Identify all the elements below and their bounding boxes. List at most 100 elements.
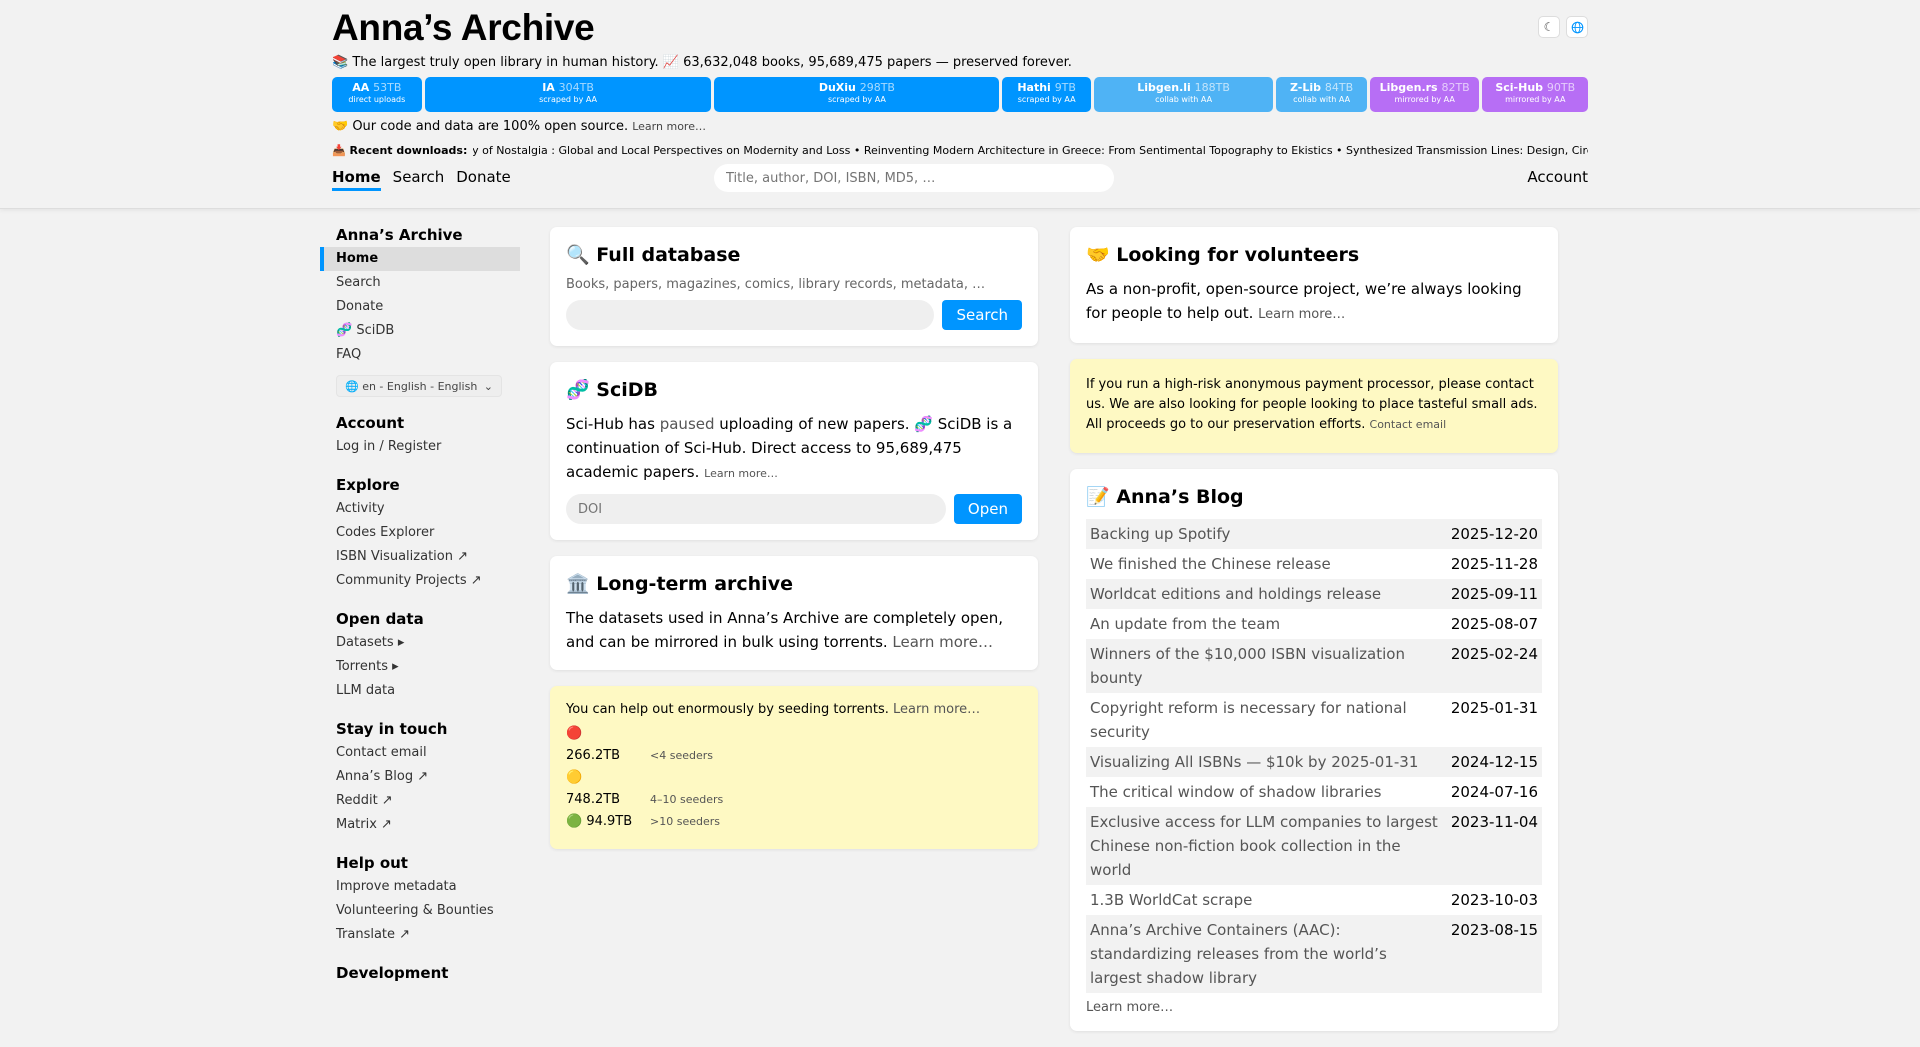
blog-post-link[interactable]: Copyright reform is necessary for nation… <box>1090 699 1407 741</box>
stat-name: Libgen.li <box>1137 81 1191 94</box>
sidebar-item[interactable]: Improve metadata <box>320 875 520 899</box>
blog-row: 1.3B WorldCat scrape 2023-10-03 <box>1086 885 1542 915</box>
blog-learn-more-link[interactable]: Learn more… <box>1086 1000 1173 1015</box>
sidebar-heading: Development <box>336 964 449 982</box>
sidebar-section: Development <box>320 963 520 983</box>
sidebar-item[interactable]: Activity <box>320 497 520 521</box>
stat-subtitle: scraped by AA <box>827 95 886 104</box>
open-source-learn-more-link[interactable]: Learn more… <box>632 120 706 133</box>
sidebar-section: Stay in touch Contact email Anna’s Blog ↗ R… <box>320 719 520 837</box>
sidebar-item[interactable]: ISBN Visualization ↗ <box>320 545 520 569</box>
full-database-desc: Books, papers, magazines, comics, librar… <box>566 277 986 292</box>
seeding-size: 🟢 94.9TB <box>566 814 633 829</box>
tab-donate[interactable]: Donate <box>456 164 511 191</box>
stat-aa[interactable]: AA 53TB direct uploads <box>332 77 422 112</box>
stat-z-lib[interactable]: Z-Lib 84TB collab with AA <box>1276 77 1367 112</box>
globe-icon[interactable] <box>1566 16 1588 38</box>
sidebar-item[interactable]: Codes Explorer <box>320 521 520 545</box>
recent-downloads-ticker[interactable]: ay of Nostalgia : Global and Local Persp… <box>473 143 1588 158</box>
sidebar-item[interactable]: Datasets ▸ <box>320 631 520 655</box>
blog-post-link[interactable]: Visualizing All ISBNs — $10k by 2025-01-… <box>1090 753 1418 771</box>
blog-table: Backing up Spotify 2025-12-20 We finished … <box>1086 519 1542 993</box>
site-title[interactable]: Anna’s Archive <box>332 8 1588 48</box>
blog-post-date: 2025-09-11 <box>1442 579 1542 609</box>
sidebar-item[interactable]: Reddit ↗ <box>320 789 520 813</box>
long-term-archive-learn-more-link[interactable]: Learn more… <box>892 633 993 651</box>
account-link[interactable]: Account <box>1527 168 1588 186</box>
language-select[interactable]: 🌐 en - English - English ⌄ <box>336 375 502 397</box>
sidebar-item[interactable]: Matrix ↗ <box>320 813 520 837</box>
sidebar-item[interactable]: Search <box>320 271 520 295</box>
blog-post-link[interactable]: The critical window of shadow libraries <box>1090 783 1381 801</box>
volunteers-learn-more-link[interactable]: Learn more… <box>1258 307 1345 322</box>
sidebar-item[interactable]: Translate ↗ <box>320 923 520 947</box>
contact-email-link[interactable]: Contact email <box>1370 418 1447 431</box>
sidebar-item[interactable]: Volunteering & Bounties <box>320 899 520 923</box>
blog-post-date: 2025-11-28 <box>1450 555 1538 573</box>
site-header: Anna’s Archive ☾ 📚 The largest truly ope… <box>0 0 1920 209</box>
ads-card: If you run a high-risk anonymous payment… <box>1070 359 1558 453</box>
seeding-learn-more-link[interactable]: Learn more… <box>893 702 980 717</box>
sidebar-item[interactable]: Contact email <box>320 741 520 765</box>
full-database-search-input[interactable] <box>566 300 935 330</box>
stat-name: IA <box>542 81 555 94</box>
sidebar-item[interactable]: Home <box>320 247 520 271</box>
stat-duxiu[interactable]: DuXiu 298TB scraped by AA <box>714 77 1000 112</box>
sidebar-item[interactable]: LLM data <box>320 679 520 703</box>
sidebar-section: Account Log in / Register <box>320 413 520 459</box>
sidebar-item[interactable]: Community Projects ↗ <box>320 569 520 593</box>
blog-post-link[interactable]: 1.3B WorldCat scrape <box>1090 891 1252 909</box>
blog-post-link[interactable]: Winners of the $10,000 ISBN visualizatio… <box>1090 645 1405 687</box>
seeding-size: 🔴 266.2TB <box>566 726 621 763</box>
blog-post-date: 2023-11-04 <box>1442 807 1542 885</box>
sidebar-item[interactable]: Donate <box>320 295 520 319</box>
long-term-archive-card: 🏛️ Long-term archive The datasets used i… <box>550 556 1038 670</box>
doi-input[interactable] <box>566 494 946 524</box>
chevron-down-icon: ⌄ <box>483 379 493 393</box>
sidebar-heading: Explore <box>336 476 400 494</box>
blog-row: Worldcat editions and holdings release 20… <box>1086 579 1542 609</box>
sidebar-heading: Stay in touch <box>336 720 448 738</box>
tab-search[interactable]: Search <box>393 164 445 191</box>
stat-name: Sci-Hub <box>1495 81 1544 94</box>
stat-size: 53TB <box>373 81 402 94</box>
sidebar-section: Open data Datasets ▸ Torrents ▸ LLM data <box>320 609 520 703</box>
blog-post-link[interactable]: An update from the team <box>1090 615 1280 633</box>
blog-post-link[interactable]: Backing up Spotify <box>1090 525 1230 543</box>
seeding-text: You can help out enormously by seeding t… <box>566 702 1022 717</box>
stat-hathi[interactable]: Hathi 9TB scraped by AA <box>1002 77 1091 112</box>
blog-post-link[interactable]: Exclusive access for LLM companies to la… <box>1090 813 1438 879</box>
blog-post-link[interactable]: Anna’s Archive Containers (AAC): standar… <box>1090 921 1387 987</box>
seeding-count: >10 seeders <box>650 815 720 828</box>
sidebar-item[interactable]: Anna’s Blog ↗ <box>320 765 520 789</box>
moon-icon[interactable]: ☾ <box>1538 16 1560 38</box>
scidb-learn-more-link[interactable]: Learn more… <box>704 467 778 480</box>
stat-libgen-rs[interactable]: Libgen.rs 82TB mirrored by AA <box>1369 77 1480 112</box>
stat-sci-hub[interactable]: Sci-Hub 90TB mirrored by AA <box>1482 77 1589 112</box>
full-database-search-button[interactable]: Search <box>942 300 1022 330</box>
seeding-size: 🟡 748.2TB <box>566 770 621 807</box>
blog-post-link[interactable]: Worldcat editions and holdings release <box>1090 585 1381 603</box>
blog-row: Copyright reform is necessary for nation… <box>1086 693 1542 747</box>
recent-downloads-label: 📥 Recent downloads: <box>332 144 468 157</box>
long-term-archive-title: 🏛️ Long-term archive <box>566 573 793 595</box>
blog-post-date: 2024-07-16 <box>1450 783 1538 801</box>
sidebar-item[interactable]: Torrents ▸ <box>320 655 520 679</box>
stat-libgen-li[interactable]: Libgen.li 188TB collab with AA <box>1093 77 1274 112</box>
collection-stats: AA 53TB direct uploads IA 304TB scraped by … <box>332 77 1589 112</box>
stat-ia[interactable]: IA 304TB scraped by AA <box>424 77 712 112</box>
ads-text: If you run a high-risk anonymous payment… <box>1086 377 1538 432</box>
blog-row: Visualizing All ISBNs — $10k by 2025-01-… <box>1086 747 1542 777</box>
scidb-paused-link[interactable]: paused <box>660 415 715 433</box>
sidebar-item[interactable]: Log in / Register <box>320 435 520 459</box>
stat-name: AA <box>352 81 370 94</box>
scidb-open-button[interactable]: Open <box>953 494 1022 524</box>
tagline: 📚 The largest truly open library in huma… <box>332 55 1072 70</box>
scidb-title: 🧬 SciDB <box>566 379 658 401</box>
full-database-card: 🔍 Full database Books, papers, magazines… <box>550 227 1038 346</box>
header-search-input[interactable] <box>714 164 1114 192</box>
sidebar-item[interactable]: FAQ <box>320 343 520 367</box>
sidebar-item[interactable]: 🧬 SciDB <box>320 319 520 343</box>
tab-home[interactable]: Home <box>332 164 381 191</box>
blog-post-link[interactable]: We finished the Chinese release <box>1090 555 1331 573</box>
